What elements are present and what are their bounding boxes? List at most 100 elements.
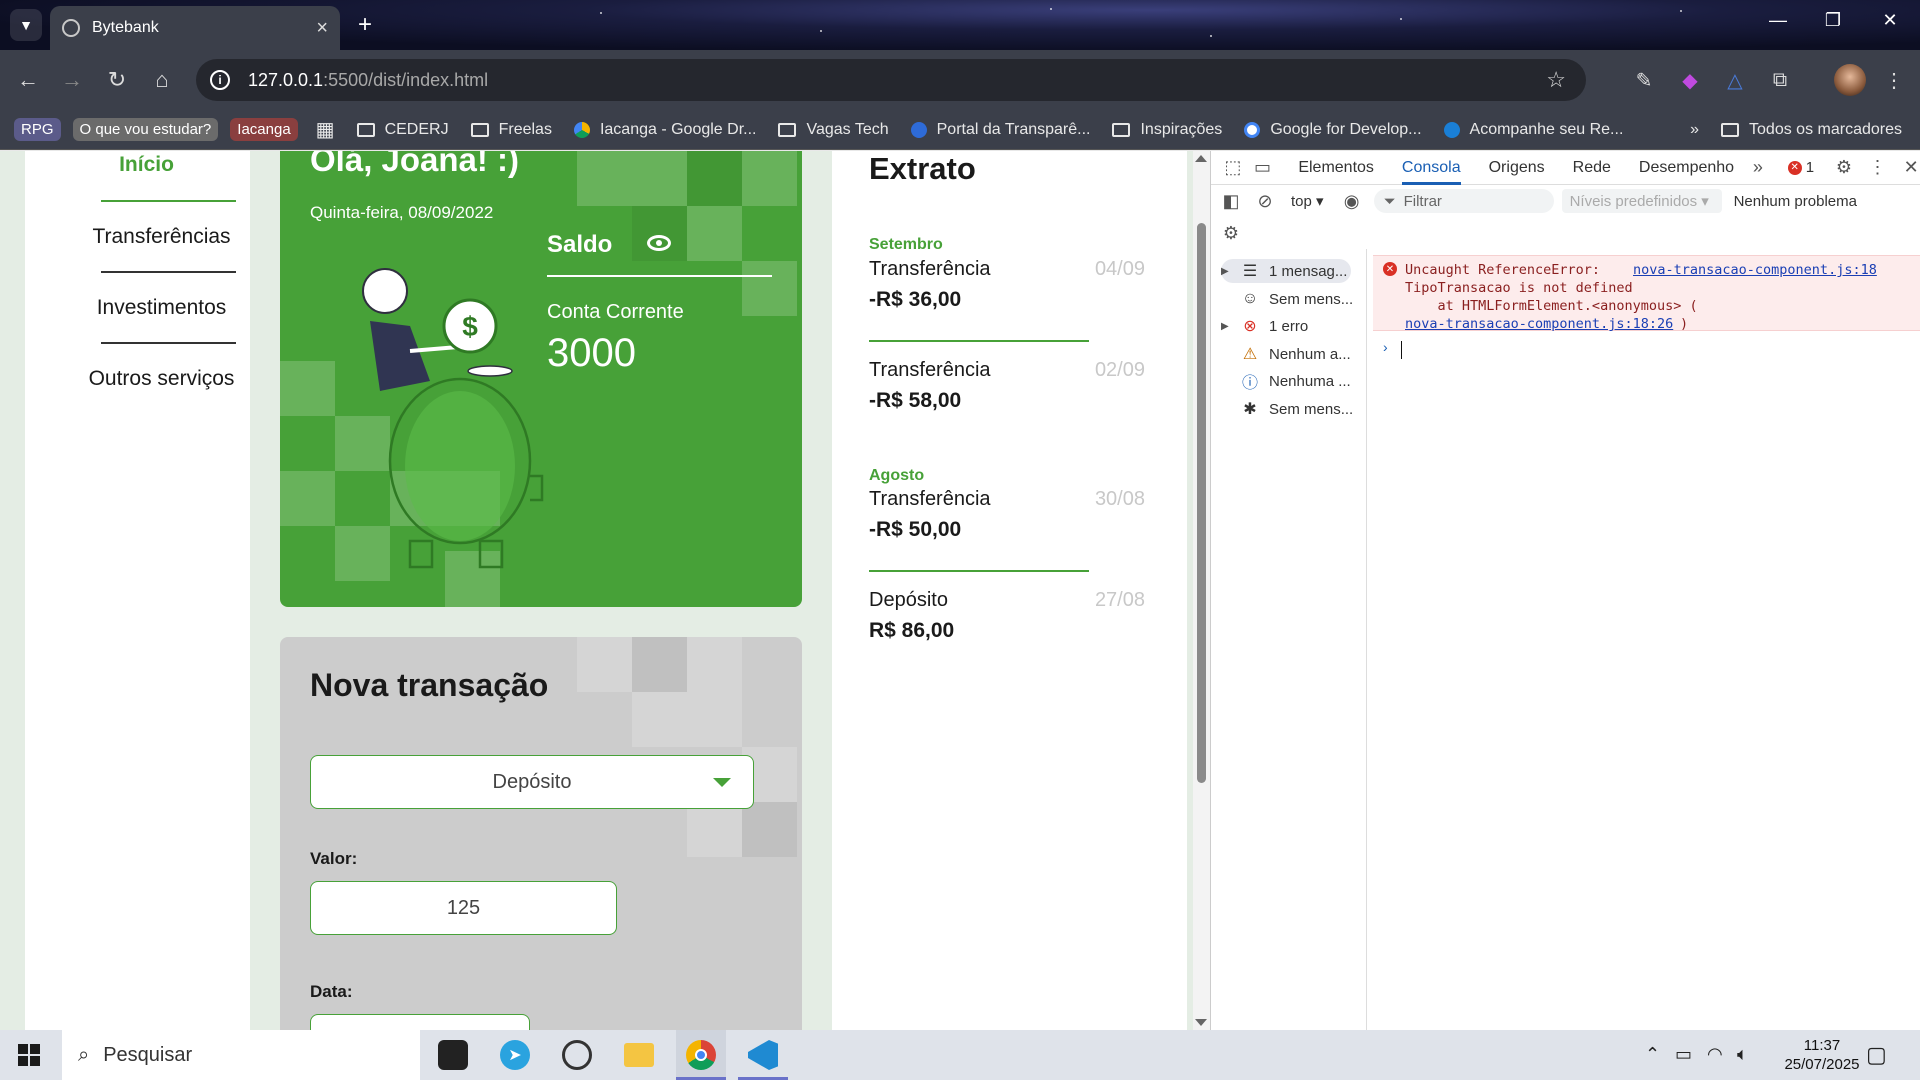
sidebar-label: Sem mens...: [1269, 400, 1354, 418]
close-tab-icon[interactable]: ×: [316, 17, 328, 40]
console-settings-gear-icon[interactable]: ⚙: [1221, 223, 1241, 243]
more-tabs-icon[interactable]: »: [1748, 157, 1768, 178]
inspect-element-icon[interactable]: ⬚: [1223, 157, 1243, 178]
bookmark-acompanhe[interactable]: Acompanhe seu Re...: [1443, 121, 1623, 139]
bookmark-folder-cederj[interactable]: CEDERJ: [356, 121, 449, 139]
more-bookmarks-icon[interactable]: »: [1690, 121, 1699, 139]
close-devtools-icon[interactable]: ✕: [1901, 157, 1920, 178]
transaction-type-select[interactable]: Depósito: [310, 755, 754, 809]
telegram-app[interactable]: ➤: [490, 1030, 540, 1080]
show-hidden-icons-chevron[interactable]: ⌃: [1645, 1044, 1660, 1065]
bookmark-folder-vagas[interactable]: Vagas Tech: [778, 121, 889, 139]
more-options-icon[interactable]: ⋮: [1868, 157, 1888, 178]
extensions-puzzle-icon[interactable]: ⧉: [1766, 66, 1794, 94]
sidebar-messages[interactable]: ▶ ☰ 1 mensag...: [1221, 259, 1352, 283]
close-window-button[interactable]: ✕: [1870, 10, 1910, 31]
error-stack-link[interactable]: nova-transacao-component.js:18:26: [1405, 316, 1673, 332]
live-expression-eye-icon[interactable]: ◉: [1342, 191, 1362, 211]
bookmark-chip-rpg[interactable]: RPG: [14, 118, 61, 141]
nav-item-investimentos[interactable]: Investimentos: [69, 296, 254, 320]
wifi-icon[interactable]: ◠: [1707, 1044, 1723, 1065]
decor-square: [742, 802, 797, 857]
browser-menu-icon[interactable]: ⋮: [1880, 66, 1908, 94]
apps-grid-icon[interactable]: ▦: [316, 117, 335, 142]
restore-button[interactable]: ❐: [1813, 10, 1853, 31]
log-levels-dropdown[interactable]: Níveis predefinidos ▾: [1561, 189, 1722, 213]
tab-origens[interactable]: Origens: [1489, 151, 1545, 185]
browser-tab-active[interactable]: Bytebank ×: [50, 6, 340, 50]
sidebar-user-messages[interactable]: ☺ Sem mens...: [1221, 287, 1353, 311]
file-explorer-app[interactable]: [614, 1030, 664, 1080]
site-info-icon[interactable]: i: [210, 70, 230, 90]
error-source-link[interactable]: nova-transacao-component.js:18: [1633, 262, 1877, 278]
scroll-thumb[interactable]: [1197, 223, 1206, 783]
bookmarks-bar: RPG O que vou estudar? Iacanga ▦ CEDERJ …: [0, 110, 1920, 150]
tab-desempenho[interactable]: Desempenho: [1639, 151, 1734, 185]
extension-triangle-icon[interactable]: △: [1721, 66, 1749, 94]
taskbar-search[interactable]: ⌕ Pesquisar: [62, 1030, 420, 1080]
issues-button[interactable]: Nenhum problema: [1734, 193, 1857, 210]
sidebar-verbose[interactable]: ✱ Sem mens...: [1221, 397, 1353, 421]
clear-console-icon[interactable]: ⊘: [1255, 191, 1275, 211]
eye-icon[interactable]: [647, 235, 671, 251]
nav-item-transferencias[interactable]: Transferências: [69, 225, 254, 249]
folder-icon: [1112, 122, 1131, 137]
bookmark-chip-estudar[interactable]: O que vou estudar?: [72, 118, 219, 141]
forward-button[interactable]: →: [56, 64, 88, 96]
nav-item-outros-servicos[interactable]: Outros serviços: [59, 367, 264, 391]
minimize-button[interactable]: —: [1758, 10, 1798, 31]
bookmark-portal[interactable]: Portal da Transparê...: [910, 121, 1090, 139]
clock-app[interactable]: [552, 1030, 602, 1080]
device-toolbar-icon[interactable]: ▭: [1253, 157, 1273, 178]
console-filter-input[interactable]: ⏷ Filtrar: [1373, 189, 1554, 213]
reload-button[interactable]: ↻: [101, 64, 133, 96]
new-tab-button[interactable]: +: [350, 10, 380, 40]
data-input[interactable]: [310, 1014, 530, 1030]
page-scrollbar[interactable]: [1193, 151, 1210, 1030]
scroll-down-arrow[interactable]: [1195, 1019, 1207, 1026]
sidebar-info[interactable]: ⓘ Nenhuma ...: [1221, 369, 1351, 393]
settings-gear-icon[interactable]: ⚙: [1834, 157, 1854, 178]
back-button[interactable]: ←: [12, 64, 44, 96]
statement-title: Extrato: [869, 151, 976, 186]
tab-search-button[interactable]: ▼: [10, 9, 42, 41]
console-input-caret[interactable]: [1401, 341, 1402, 359]
nav-item-inicio[interactable]: Início: [79, 153, 214, 177]
tab-elementos[interactable]: Elementos: [1298, 151, 1374, 185]
all-bookmarks-folder[interactable]: Todos os marcadores: [1721, 121, 1902, 139]
browser-toolbar: ← → ↻ ⌂ i 127.0.0.1:5500/dist/index.html…: [0, 50, 1920, 110]
sidebar-warnings[interactable]: ⚠ Nenhum a...: [1221, 342, 1351, 366]
extension-pen-icon[interactable]: ✎: [1630, 66, 1658, 94]
notifications-icon[interactable]: ▢: [1866, 1042, 1887, 1068]
sidebar-errors[interactable]: ▶ ⊗ 1 erro: [1221, 314, 1308, 338]
bookmark-folder-inspiracoes[interactable]: Inspirações: [1112, 121, 1222, 139]
statement-date: 04/09: [1094, 258, 1145, 280]
valor-input[interactable]: 125: [310, 881, 617, 935]
sidebar-toggle-icon[interactable]: ◧: [1221, 191, 1241, 211]
address-bar[interactable]: i 127.0.0.1:5500/dist/index.html ☆: [196, 59, 1586, 101]
folder-icon: [778, 122, 797, 137]
extension-color-icon[interactable]: ◆: [1676, 66, 1704, 94]
context-selector[interactable]: top ▾: [1291, 192, 1324, 210]
windows-start-icon[interactable]: [18, 1044, 40, 1066]
github-desktop-app[interactable]: [428, 1030, 478, 1080]
system-clock[interactable]: 11:37 25/07/2025: [1777, 1036, 1867, 1074]
battery-icon[interactable]: ▭: [1675, 1044, 1692, 1065]
scroll-up-arrow[interactable]: [1195, 155, 1207, 162]
error-count: 1: [1805, 159, 1815, 176]
bookmark-drive[interactable]: Iacanga - Google Dr...: [573, 121, 756, 139]
bookmark-google-dev[interactable]: Google for Develop...: [1244, 121, 1422, 139]
chrome-app[interactable]: [676, 1030, 726, 1080]
tab-consola[interactable]: Consola: [1401, 151, 1461, 185]
console-prompt-icon: ›: [1383, 339, 1388, 355]
volume-icon[interactable]: 🔈︎: [1737, 1044, 1748, 1065]
tab-rede[interactable]: Rede: [1573, 151, 1611, 185]
vscode-app[interactable]: [738, 1030, 788, 1080]
nav-divider: [101, 200, 236, 202]
bookmark-star-icon[interactable]: ☆: [1546, 67, 1566, 93]
profile-avatar[interactable]: [1834, 64, 1866, 96]
bookmark-chip-iacanga[interactable]: Iacanga: [230, 118, 298, 141]
bookmark-folder-freelas[interactable]: Freelas: [470, 121, 552, 139]
error-counter[interactable]: ✕ 1: [1787, 159, 1815, 176]
home-button[interactable]: ⌂: [146, 64, 178, 96]
